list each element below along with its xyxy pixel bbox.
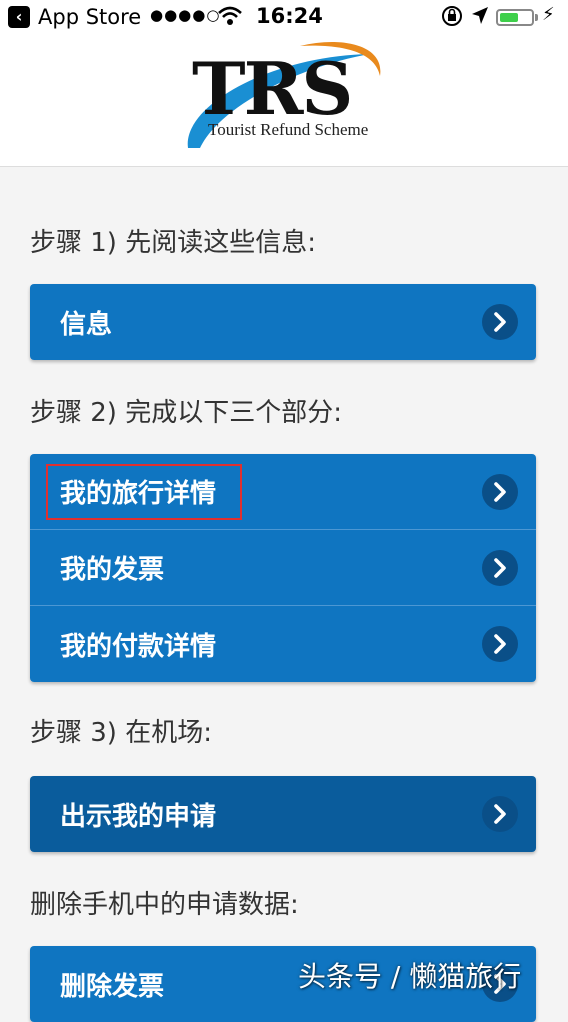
location-icon <box>470 4 490 33</box>
chevron-right-icon <box>482 626 518 662</box>
status-bar: ‹ App Store ●●●●○ 16:24 ⚡ <box>0 0 568 36</box>
step-1-label: 步骤 1) 先阅读这些信息: <box>30 228 316 258</box>
chevron-right-icon <box>482 796 518 832</box>
show-application-label: 出示我的申请 <box>60 801 217 832</box>
app-header: TRS Tourist Refund Scheme <box>0 36 568 167</box>
invoices-button[interactable]: 我的发票 <box>30 530 536 606</box>
info-button-label: 信息 <box>60 309 113 340</box>
battery-icon <box>496 9 534 26</box>
chevron-right-icon <box>482 473 518 510</box>
signal-strength-icon: ●●●●○ <box>150 6 221 24</box>
back-to-app-icon[interactable]: ‹ <box>8 6 30 28</box>
invoices-label: 我的发票 <box>60 555 165 585</box>
payment-details-button[interactable]: 我的付款详情 <box>30 606 536 682</box>
travel-details-button[interactable]: 我的旅行详情 <box>30 454 536 530</box>
logo-wordmark: TRS <box>192 46 353 131</box>
step-2-label: 步骤 2) 完成以下三个部分: <box>30 398 342 428</box>
clock: 16:24 <box>256 4 323 28</box>
delete-section-label: 删除手机中的申请数据: <box>30 890 299 920</box>
step-1-group: 信息 <box>30 284 536 360</box>
show-application-button[interactable]: 出示我的申请 <box>30 776 536 852</box>
chevron-right-icon <box>482 304 518 340</box>
wifi-icon <box>217 4 243 33</box>
travel-details-label: 我的旅行详情 <box>60 479 217 509</box>
info-button[interactable]: 信息 <box>30 284 536 360</box>
step-3-label: 步骤 3) 在机场: <box>30 718 212 748</box>
trs-logo: TRS Tourist Refund Scheme <box>180 36 390 166</box>
delete-invoices-label: 删除发票 <box>60 971 165 1002</box>
charging-icon: ⚡ <box>542 4 555 25</box>
payment-details-label: 我的付款详情 <box>60 631 217 662</box>
step-2-group: 我的旅行详情 我的发票 我的付款详情 <box>30 454 536 682</box>
logo-tagline: Tourist Refund Scheme <box>208 120 369 139</box>
rotation-lock-icon <box>440 4 464 33</box>
back-app-label[interactable]: App Store <box>38 5 141 29</box>
battery-tip <box>535 14 538 21</box>
watermark-text: 头条号 / 懒猫旅行 <box>298 960 522 993</box>
step-3-group: 出示我的申请 <box>30 776 536 852</box>
chevron-right-icon <box>482 549 518 586</box>
